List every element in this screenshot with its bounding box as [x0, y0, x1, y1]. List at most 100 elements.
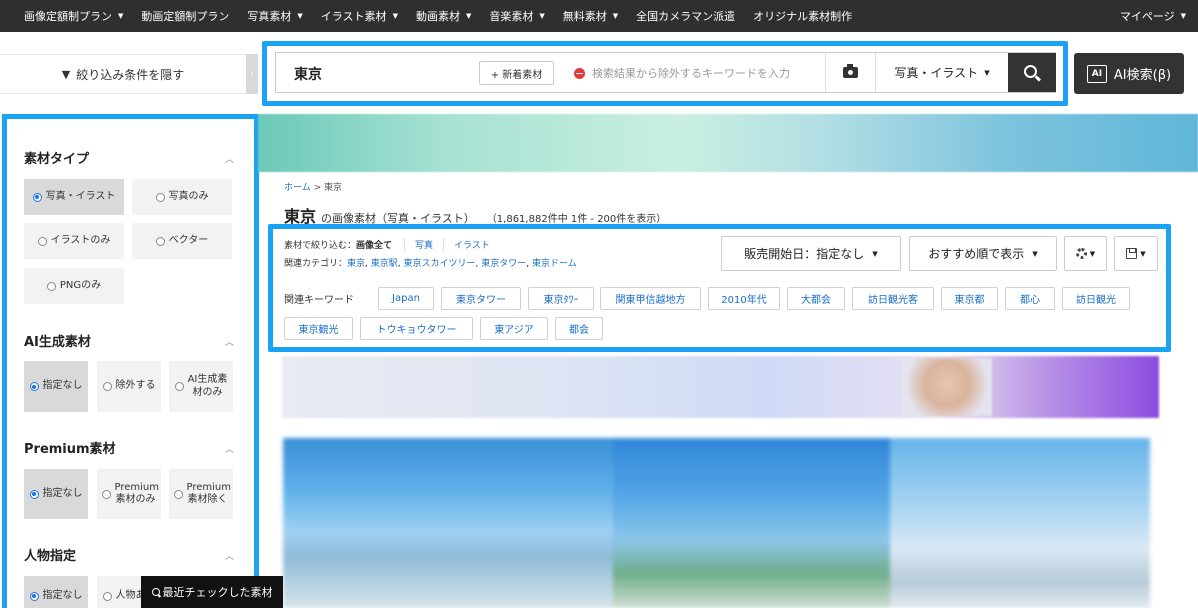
settings-button[interactable]: ▼: [1064, 236, 1107, 271]
breadcrumb-current: 東京: [324, 183, 343, 193]
ad-banner[interactable]: [282, 356, 1159, 418]
material-type-select[interactable]: 写真・イラスト ▼: [875, 53, 1008, 92]
radio-icon: [101, 489, 111, 499]
keyword-tag[interactable]: 大都会: [787, 287, 845, 310]
option-illust-only[interactable]: イラストのみ: [24, 223, 124, 259]
radio-icon: [29, 591, 39, 601]
radio-icon: [174, 382, 184, 391]
caret-down-icon: ▼: [612, 12, 619, 20]
top-navigation: 画像定額制プラン ▼ 動画定額制プラン 写真素材 ▼ イラスト素材 ▼ 動画素材 ▼ 音…: [0, 0, 1198, 32]
option-ai-none[interactable]: 指定なし: [24, 361, 88, 412]
caret-down-icon: ▼: [392, 12, 398, 20]
related-category-link[interactable]: 東京スカイツリー: [404, 259, 476, 269]
radio-icon: [102, 591, 112, 601]
caret-down-icon: ▼: [1032, 249, 1038, 258]
related-category-link[interactable]: 東京: [347, 259, 365, 269]
chevron-up-icon[interactable]: ︿: [225, 335, 234, 348]
keyword-tag[interactable]: 関東甲信越地方: [600, 287, 701, 310]
camera-icon: [843, 64, 858, 78]
photo-thumbnail[interactable]: [283, 438, 613, 608]
keyword-tag[interactable]: 東京都: [941, 287, 998, 310]
funnel-icon: ▼: [61, 67, 71, 81]
caret-down-icon: ▼: [872, 249, 878, 258]
sort-select[interactable]: おすすめ順で表示 ▼: [909, 236, 1057, 271]
keyword-tag[interactable]: 訪日観光客: [852, 287, 934, 310]
breadcrumb-home[interactable]: ホーム: [284, 183, 311, 193]
nav-item-cameraman[interactable]: 全国カメラマン派遣: [636, 8, 735, 24]
hide-filters-button[interactable]: ▼ 絞り込み条件を隠す: [0, 54, 246, 94]
search-input[interactable]: 東京: [294, 64, 322, 84]
related-category-link[interactable]: 東京駅: [371, 259, 398, 269]
radio-icon: [155, 192, 165, 202]
mypage-menu[interactable]: マイページ ▼: [1120, 0, 1186, 32]
nav-item-photos[interactable]: 写真素材 ▼: [247, 8, 302, 24]
result-count: （1,861,882件中 1件 - 200件を表示）: [486, 214, 667, 225]
narrow-link-photo[interactable]: 写真: [404, 238, 443, 251]
chevron-up-icon[interactable]: ︿: [225, 442, 234, 455]
nav-item-free[interactable]: 無料素材 ▼: [563, 8, 618, 24]
top-banner[interactable]: [258, 114, 1198, 172]
narrow-current: 画像全て: [356, 241, 393, 251]
chevron-up-icon[interactable]: ︿: [225, 549, 234, 562]
caret-down-icon: ▼: [984, 68, 990, 77]
keyword-tag[interactable]: 東京観光: [284, 317, 353, 340]
option-png-only[interactable]: PNGのみ: [24, 268, 124, 304]
radio-icon: [29, 489, 39, 499]
radio-icon: [29, 382, 39, 391]
radio-icon: [32, 192, 42, 202]
photo-results-grid: [283, 438, 1150, 608]
caret-down-icon: ▼: [465, 12, 472, 20]
option-ai-only[interactable]: AI生成素材のみ: [169, 361, 233, 412]
nav-item-image-plan[interactable]: 画像定額制プラン ▼: [24, 8, 123, 24]
section-title-material-type: 素材タイプ: [24, 152, 90, 167]
search-button[interactable]: [1008, 53, 1056, 92]
photo-thumbnail[interactable]: [613, 438, 890, 608]
release-date-select[interactable]: 販売開始日：指定なし ▼: [721, 236, 901, 271]
exclude-keyword-input[interactable]: 検索結果から除外するキーワードを入力: [574, 65, 790, 81]
nav-item-video-plan[interactable]: 動画定額制プラン: [141, 8, 229, 24]
keyword-tag[interactable]: Japan: [378, 287, 434, 310]
photo-thumbnail[interactable]: [890, 438, 1150, 608]
no-entry-icon: [574, 67, 585, 79]
keyword-tag[interactable]: 訪日観光: [1062, 287, 1130, 310]
nav-item-music[interactable]: 音楽素材 ▼: [489, 8, 544, 24]
search-icon: [1024, 64, 1037, 78]
ad-banner-person-image: [902, 358, 992, 416]
keyword-tag[interactable]: トウキョウタワー: [360, 317, 473, 340]
option-premium-exclude[interactable]: Premium素材除く: [169, 469, 233, 519]
nav-item-illustrations[interactable]: イラスト素材 ▼: [321, 8, 398, 24]
related-category-link[interactable]: 東京タワー: [481, 259, 526, 269]
narrow-link-illust[interactable]: イラスト: [443, 238, 500, 251]
option-photo-illust[interactable]: 写真・イラスト: [24, 179, 124, 215]
caret-down-icon: ▼: [1180, 12, 1186, 20]
chevron-up-icon[interactable]: ︿: [225, 152, 234, 165]
image-search-button[interactable]: [825, 53, 875, 92]
ai-search-button[interactable]: AI AI検索(β): [1074, 53, 1184, 94]
keyword-tag[interactable]: 東京タワー: [441, 287, 521, 310]
recently-viewed-tab[interactable]: 最近チェックした素材: [141, 576, 283, 608]
filter-sidebar: 素材タイプ ︿ 写真・イラスト 写真のみ イラストのみ ベクター PNGのみ A…: [7, 119, 254, 608]
related-categories: 関連カテゴリ：東京, 東京駅, 東京スカイツリー, 東京タワー, 東京ドーム: [284, 259, 577, 269]
search-icon: [151, 588, 160, 596]
nav-item-videos[interactable]: 動画素材 ▼: [416, 8, 471, 24]
ai-chip-icon: AI: [1086, 64, 1107, 83]
new-materials-button[interactable]: + 新着素材: [479, 61, 554, 85]
option-photo-only[interactable]: 写真のみ: [132, 179, 232, 215]
keyword-tag[interactable]: 東アジア: [480, 317, 548, 340]
option-person-none[interactable]: 指定なし: [24, 576, 88, 608]
nav-item-original[interactable]: オリジナル素材制作: [753, 8, 852, 24]
save-button[interactable]: ▼: [1114, 236, 1158, 271]
keyword-tag[interactable]: 2010年代: [708, 287, 780, 310]
floppy-icon: [1126, 248, 1138, 259]
option-vector[interactable]: ベクター: [132, 223, 232, 259]
radio-icon: [37, 236, 47, 246]
keyword-tag[interactable]: 都会: [555, 317, 603, 340]
related-category-link[interactable]: 東京ドーム: [532, 259, 577, 269]
keyword-tag[interactable]: 都心: [1005, 287, 1055, 310]
collapse-sidebar-tab[interactable]: ‹: [246, 54, 258, 94]
keyword-tag[interactable]: 東京ﾀﾜｰ: [528, 287, 594, 310]
option-premium-none[interactable]: 指定なし: [24, 469, 88, 519]
breadcrumb: ホーム > 東京: [284, 183, 343, 193]
option-ai-exclude[interactable]: 除外する: [97, 361, 161, 412]
option-premium-only[interactable]: Premium素材のみ: [97, 469, 161, 519]
